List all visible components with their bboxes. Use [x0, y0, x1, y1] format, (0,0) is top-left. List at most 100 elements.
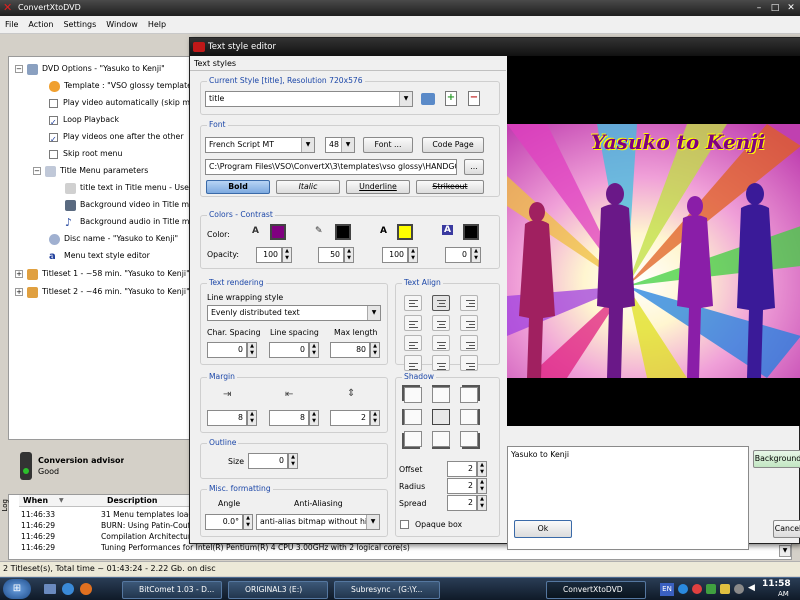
box-opacity-spinner[interactable]: 0 ▲ ▼	[445, 247, 481, 263]
taskbar-bitcomet[interactable]: BitComet 1.03 - D...	[122, 581, 222, 599]
tree-item-dvd-options[interactable]: − DVD Options - "Yasuko to Kenji"	[15, 60, 198, 77]
play-sequential-checkbox[interactable]	[49, 131, 58, 145]
align-top-left-button[interactable]	[404, 295, 422, 311]
shadow-bottom-button[interactable]	[432, 431, 450, 447]
align-bottom-center-button[interactable]	[432, 335, 450, 351]
shadow-spread-spinner[interactable]: 2 ▲ ▼	[447, 495, 487, 511]
shadow-opacity-spinner[interactable]: 100 ▲ ▼	[382, 247, 418, 263]
menu-help[interactable]: Help	[143, 16, 171, 34]
shadow-offset-spinner[interactable]: 2 ▲ ▼	[447, 461, 487, 477]
collapse-icon[interactable]: −	[15, 65, 23, 73]
angle-spinner[interactable]: 0.0° ▲ ▼	[205, 514, 253, 530]
tray-icon-3[interactable]	[706, 584, 716, 594]
start-button[interactable]: ⊞	[3, 579, 31, 599]
taskbar-subresync[interactable]: Subresync - (G:\Y...	[334, 581, 440, 599]
loop-checkbox[interactable]	[49, 114, 58, 128]
taskbar-convertxtodvd[interactable]: ConvertXtoDVD	[546, 581, 646, 599]
volume-icon[interactable]: ◀	[748, 583, 755, 593]
tree-item-titleset-2[interactable]: + Titleset 2 - ~46 min. "Yasuko to Kenji"	[15, 283, 198, 300]
char-spacing-spinner[interactable]: 0 ▲ ▼	[207, 342, 257, 358]
margin-right-spinner[interactable]: 8 ▲ ▼	[269, 410, 319, 426]
align-bottom-right-button[interactable]	[460, 335, 478, 351]
tray-icon-2[interactable]	[692, 584, 702, 594]
menu-file[interactable]: File	[0, 16, 23, 34]
box-color-swatch[interactable]	[463, 224, 479, 240]
autoplay-checkbox[interactable]	[49, 98, 58, 108]
clock[interactable]: 11:58	[762, 579, 791, 589]
wrap-style-select[interactable]: Evenly distributed text ▼	[207, 305, 381, 321]
ok-button[interactable]: Ok	[514, 520, 572, 538]
cancel-button[interactable]: Cancel	[773, 520, 800, 538]
menu-settings[interactable]: Settings	[58, 16, 101, 34]
col-when[interactable]: When	[23, 496, 48, 505]
tab-text-styles[interactable]: Text styles	[194, 59, 236, 68]
shadow-left-button[interactable]	[404, 409, 422, 425]
bold-button[interactable]: Bold	[206, 180, 270, 194]
ie-icon[interactable]	[62, 583, 74, 595]
align-middle-center-button[interactable]	[432, 315, 450, 331]
tray-icon-4[interactable]	[720, 584, 730, 594]
tray-icon-5[interactable]	[734, 584, 744, 594]
font-size-select[interactable]: 48 ▼	[325, 137, 355, 153]
project-tree[interactable]: − DVD Options - "Yasuko to Kenji" Templat…	[8, 56, 218, 440]
margin-vertical-spinner[interactable]: 2 ▲ ▼	[330, 410, 380, 426]
background-button[interactable]: Background	[753, 450, 800, 468]
language-indicator[interactable]: EN	[660, 583, 674, 596]
menu-action[interactable]: Action	[23, 16, 58, 34]
shadow-top-left-button[interactable]	[404, 387, 422, 403]
text-opacity-spinner[interactable]: 100 ▲ ▼	[256, 247, 292, 263]
font-path-field[interactable]: C:\Program Files\VSO\ConvertX\3\template…	[205, 159, 457, 175]
shadow-radius-spinner[interactable]: 2 ▲ ▼	[447, 478, 487, 494]
new-style-icon[interactable]: +	[445, 91, 457, 106]
open-style-icon[interactable]	[421, 93, 435, 105]
outline-size-spinner[interactable]: 0 ▲ ▼	[248, 453, 298, 469]
max-length-spinner[interactable]: 80 ▲ ▼	[330, 342, 380, 358]
shadow-color-swatch[interactable]	[397, 224, 413, 240]
browse-font-button[interactable]: ...	[464, 159, 484, 175]
align-bottom-left-button[interactable]	[404, 335, 422, 351]
shadow-top-button[interactable]	[432, 387, 450, 403]
text-color-swatch[interactable]	[270, 224, 286, 240]
line-spacing-spinner[interactable]: 0 ▲ ▼	[269, 342, 319, 358]
close-icon[interactable]: ✕	[784, 2, 798, 14]
expand-icon[interactable]: +	[15, 270, 23, 278]
menu-window[interactable]: Window	[101, 16, 143, 34]
font-dialog-button[interactable]: Font ...	[363, 137, 413, 153]
italic-button[interactable]: Italic	[276, 180, 340, 194]
col-description[interactable]: Description	[107, 496, 157, 505]
shadow-bottom-right-button[interactable]	[460, 431, 478, 447]
align-justify-right-button[interactable]	[460, 355, 478, 371]
minimize-icon[interactable]: –	[752, 2, 766, 14]
align-top-center-button[interactable]	[432, 295, 450, 311]
collapse-icon[interactable]: −	[33, 167, 41, 175]
shadow-right-button[interactable]	[460, 409, 478, 425]
tray-icon-1[interactable]	[678, 584, 688, 594]
align-top-right-button[interactable]	[460, 295, 478, 311]
font-name-select[interactable]: French Script MT ▼	[205, 137, 315, 153]
expand-icon[interactable]: +	[15, 288, 23, 296]
show-desktop-icon[interactable]	[44, 584, 56, 594]
shadow-none-button[interactable]	[432, 409, 450, 425]
margin-left-spinner[interactable]: 8 ▲ ▼	[207, 410, 257, 426]
code-page-button[interactable]: Code Page	[422, 137, 484, 153]
maximize-icon[interactable]: □	[768, 2, 782, 14]
outline-color-swatch[interactable]	[335, 224, 351, 240]
anti-aliasing-select[interactable]: anti-alias bitmap without hint ▼	[256, 514, 380, 530]
align-middle-right-button[interactable]	[460, 315, 478, 331]
tree-item-titleset-1[interactable]: + Titleset 1 - ~58 min. "Yasuko to Kenji"	[15, 265, 198, 282]
align-justify-center-button[interactable]	[432, 355, 450, 371]
opaque-box-checkbox[interactable]	[400, 520, 409, 529]
scroll-down-icon[interactable]: ▼	[779, 545, 791, 557]
shadow-top-right-button[interactable]	[460, 387, 478, 403]
media-icon[interactable]	[80, 583, 92, 595]
delete-style-icon[interactable]: −	[468, 91, 480, 106]
strikeout-button[interactable]: Strikeout	[416, 180, 484, 194]
underline-button[interactable]: Underline	[346, 180, 410, 194]
skip-root-checkbox[interactable]	[49, 149, 58, 159]
align-middle-left-button[interactable]	[404, 315, 422, 331]
shadow-bottom-left-button[interactable]	[404, 431, 422, 447]
taskbar-original3[interactable]: ORIGINAL3 (E:)	[228, 581, 328, 599]
outline-opacity-spinner[interactable]: 50 ▲ ▼	[318, 247, 354, 263]
style-select[interactable]: title ▼	[205, 91, 413, 107]
align-justify-left-button[interactable]	[404, 355, 422, 371]
